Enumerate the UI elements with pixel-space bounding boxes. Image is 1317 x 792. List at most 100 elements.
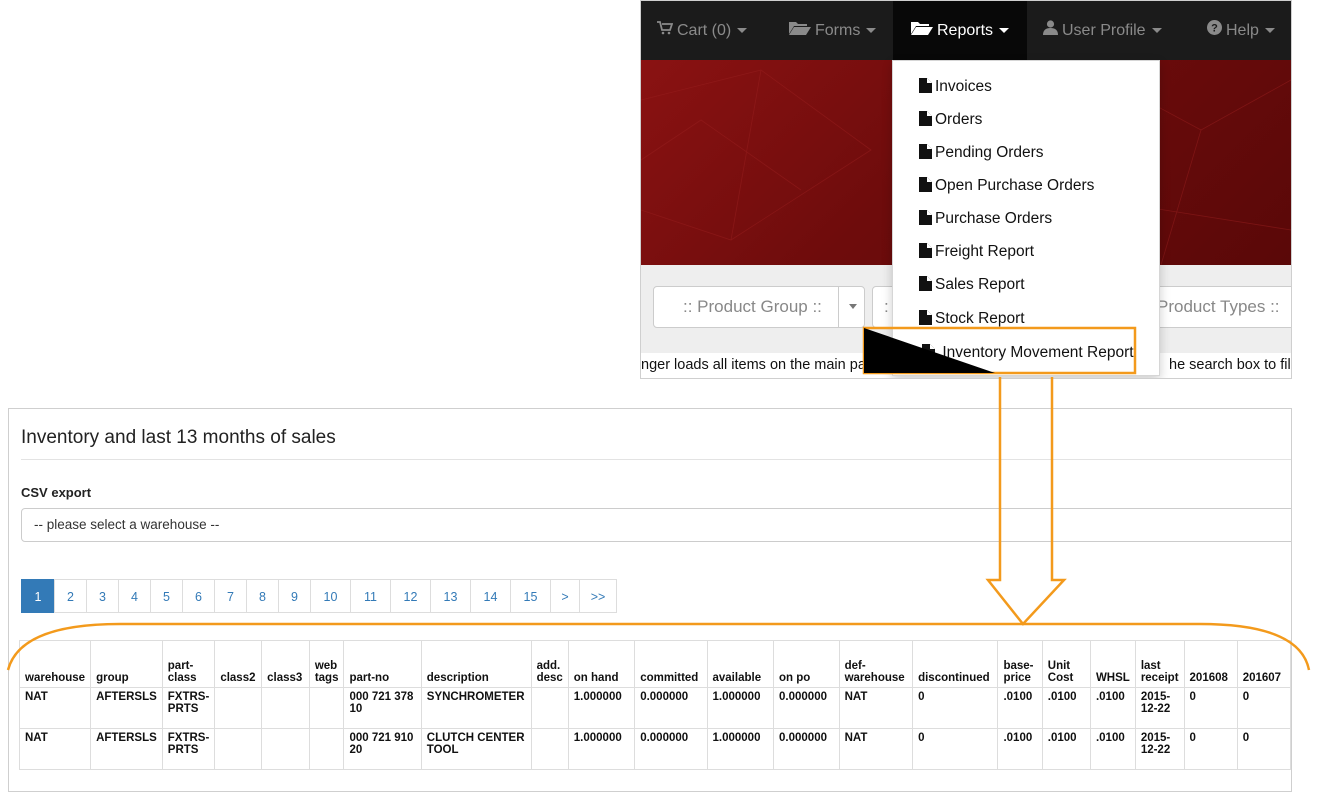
column-header: 201607 bbox=[1236, 640, 1291, 688]
table-cell: 1.000000 bbox=[567, 728, 636, 770]
user-icon bbox=[1043, 1, 1058, 60]
report-title: Inventory and last 13 months of sales bbox=[21, 427, 336, 448]
nav-forms[interactable]: Forms bbox=[789, 1, 877, 60]
warehouse-select-value: -- please select a warehouse -- bbox=[34, 517, 220, 532]
page-link-4[interactable]: 4 bbox=[118, 579, 151, 613]
table-cell: SYNCHROMETER bbox=[420, 687, 532, 729]
table-cell: 0 bbox=[1236, 687, 1291, 729]
menu-item-purchase-orders[interactable]: Purchase Orders bbox=[919, 206, 1052, 232]
nav-cart[interactable]: Cart (0) bbox=[657, 1, 748, 60]
inventory-report-panel: Inventory and last 13 months of sales CS… bbox=[8, 408, 1292, 792]
table-cell bbox=[214, 728, 263, 770]
table-cell: AFTERSLS bbox=[90, 687, 163, 729]
page-link-14[interactable]: 14 bbox=[470, 579, 511, 613]
menu-item-freight-report[interactable]: Freight Report bbox=[919, 239, 1034, 265]
table-cell: FXTRS-PRTS bbox=[161, 728, 216, 770]
table-cell: 0.000000 bbox=[634, 687, 708, 729]
page-link-1[interactable]: 1 bbox=[21, 579, 55, 613]
nav-user-profile-label: User Profile bbox=[1062, 22, 1146, 39]
table-cell: 1.000000 bbox=[706, 728, 775, 770]
product-types-select[interactable]: Product Types :: bbox=[1146, 286, 1291, 328]
column-header: on hand bbox=[567, 640, 636, 688]
file-icon bbox=[919, 208, 932, 225]
table-cell: 2015-12-22 bbox=[1134, 687, 1185, 729]
column-header: part-no bbox=[343, 640, 422, 688]
cart-icon bbox=[657, 1, 674, 60]
page-link-5[interactable]: 5 bbox=[150, 579, 183, 613]
table-cell: 0.000000 bbox=[773, 687, 840, 729]
warehouse-select[interactable]: -- please select a warehouse -- bbox=[21, 508, 1291, 542]
nav-user-profile[interactable]: User Profile bbox=[1043, 1, 1162, 60]
menu-item-label: Pending Orders bbox=[935, 144, 1044, 161]
svg-text:?: ? bbox=[1211, 23, 1218, 35]
table-cell: AFTERSLS bbox=[90, 728, 163, 770]
nav-forms-label: Forms bbox=[815, 22, 861, 39]
menu-item-label: Orders bbox=[935, 111, 983, 128]
page-link-10[interactable]: 10 bbox=[310, 579, 351, 613]
menu-item-inventory-movement-report[interactable]: Inventory Movement Report bbox=[922, 340, 1134, 366]
menu-item-pending-orders[interactable]: Pending Orders bbox=[919, 140, 1044, 166]
page-link-6[interactable]: 6 bbox=[182, 579, 215, 613]
product-types-select-value: Product Types :: bbox=[1157, 297, 1280, 316]
menu-item-sales-report[interactable]: Sales Report bbox=[919, 272, 1025, 298]
menu-item-label: Invoices bbox=[935, 78, 992, 95]
page-link-3[interactable]: 3 bbox=[86, 579, 119, 613]
page-link-13[interactable]: 13 bbox=[430, 579, 471, 613]
table-cell: 0 bbox=[1236, 728, 1291, 770]
chevron-down-icon bbox=[737, 28, 748, 34]
menu-item-label: Open Purchase Orders bbox=[935, 177, 1095, 194]
page-link-11[interactable]: 11 bbox=[350, 579, 391, 613]
column-header: available bbox=[706, 640, 775, 688]
menu-item-stock-report[interactable]: Stock Report bbox=[919, 306, 1025, 332]
table-cell: .0100 bbox=[1089, 728, 1136, 770]
column-header: web tags bbox=[308, 640, 345, 688]
navbar: Cart (0) Forms Reports User Profile ? He… bbox=[641, 1, 1291, 60]
question-circle-icon: ? bbox=[1207, 1, 1222, 60]
column-header: WHSL bbox=[1089, 640, 1136, 688]
nav-reports[interactable]: Reports bbox=[893, 1, 1028, 60]
select-toggle bbox=[838, 287, 867, 327]
page-link-2[interactable]: 2 bbox=[54, 579, 87, 613]
table-cell: NAT bbox=[18, 728, 92, 770]
file-icon bbox=[922, 342, 935, 359]
table-cell bbox=[261, 687, 310, 729]
menu-item-label: Purchase Orders bbox=[935, 210, 1053, 227]
file-icon bbox=[919, 109, 932, 126]
product-group-select-value: :: Product Group :: bbox=[683, 297, 822, 316]
table-cell bbox=[530, 728, 569, 770]
page-link-15[interactable]: 15 bbox=[510, 579, 551, 613]
menu-item-open-purchase-orders[interactable]: Open Purchase Orders bbox=[919, 173, 1094, 199]
pagination: 1 2 3 4 5 6 7 8 9 10 11 12 13 14 15 > >> bbox=[21, 579, 617, 613]
table-cell bbox=[308, 728, 345, 770]
menu-item-label: Freight Report bbox=[935, 243, 1035, 260]
nav-help[interactable]: ? Help bbox=[1207, 1, 1275, 60]
table-cell: 0 bbox=[1183, 687, 1238, 729]
page-next-button[interactable]: > bbox=[550, 579, 580, 613]
page-link-8[interactable]: 8 bbox=[246, 579, 279, 613]
table-cell bbox=[214, 687, 263, 729]
reports-menu-screenshot: Cart (0) Forms Reports User Profile ? He… bbox=[640, 0, 1292, 379]
table-cell bbox=[261, 728, 310, 770]
secondary-select-value: : bbox=[884, 297, 889, 316]
table-cell: 1.000000 bbox=[706, 687, 775, 729]
table-row: NAT AFTERSLS FXTRS-PRTS 000 721 378 10 S… bbox=[18, 687, 1291, 729]
page-link-12[interactable]: 12 bbox=[390, 579, 431, 613]
chevron-down-icon bbox=[849, 304, 857, 309]
menu-item-invoices[interactable]: Invoices bbox=[919, 74, 992, 100]
table-cell: 0.000000 bbox=[773, 728, 840, 770]
chevron-down-icon bbox=[1264, 28, 1275, 34]
page-link-7[interactable]: 7 bbox=[214, 579, 247, 613]
table-cell: NAT bbox=[18, 687, 92, 729]
menu-item-orders[interactable]: Orders bbox=[919, 107, 982, 133]
table-cell: NAT bbox=[838, 687, 914, 729]
page-link-9[interactable]: 9 bbox=[278, 579, 311, 613]
product-group-select[interactable]: :: Product Group :: bbox=[653, 286, 865, 328]
chevron-down-icon bbox=[1151, 28, 1162, 34]
table-row: NAT AFTERSLS FXTRS-PRTS 000 721 910 20 C… bbox=[18, 728, 1291, 770]
page-last-button[interactable]: >> bbox=[579, 579, 617, 613]
chevron-down-icon bbox=[866, 28, 877, 34]
file-icon bbox=[919, 274, 932, 291]
table-cell: 0 bbox=[912, 728, 999, 770]
table-cell: 000 721 378 10 bbox=[343, 687, 422, 729]
table-cell: .0100 bbox=[1089, 687, 1136, 729]
